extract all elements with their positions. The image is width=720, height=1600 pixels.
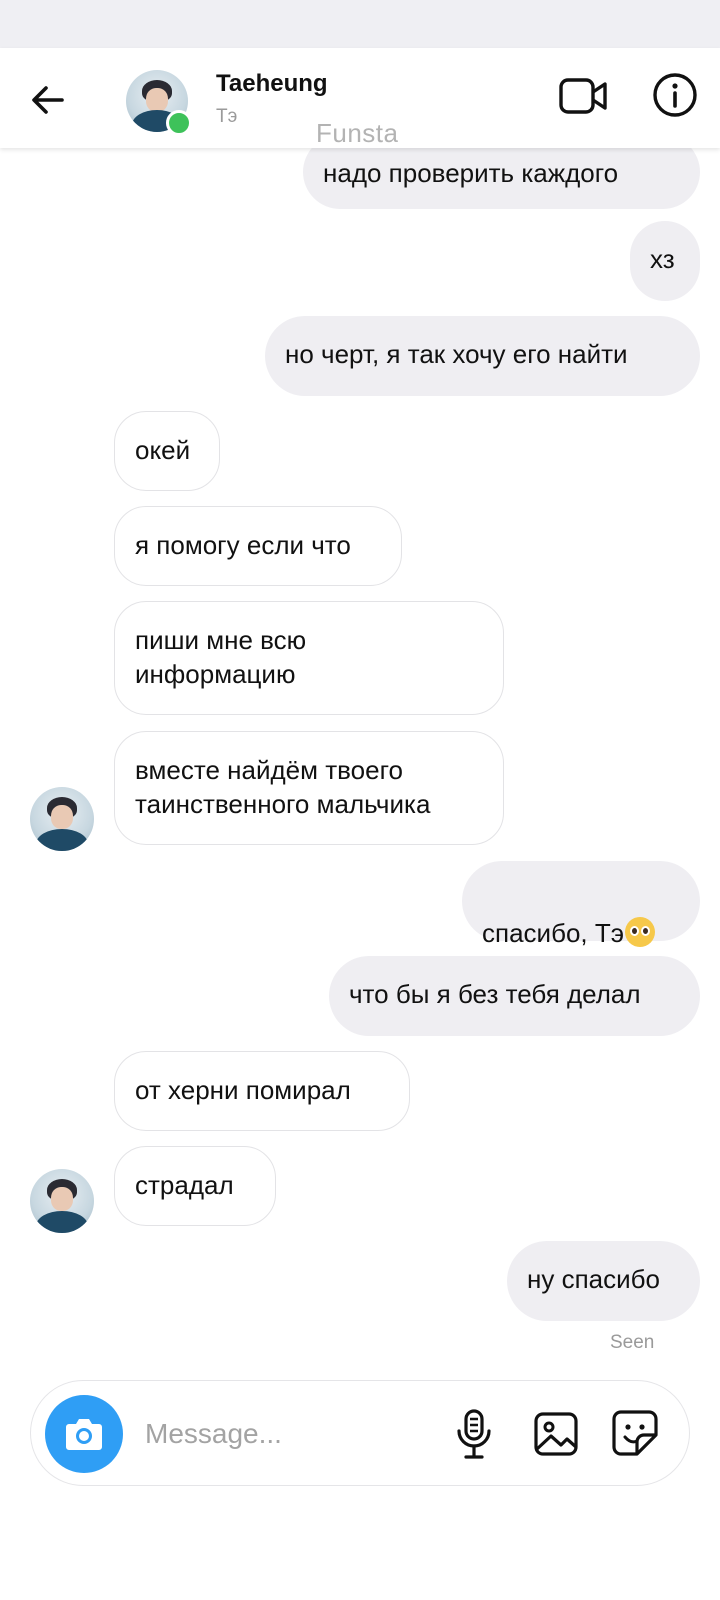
message-incoming[interactable]: я помогу если что (114, 506, 402, 586)
message-incoming[interactable]: пиши мне всю информацию (114, 601, 504, 715)
voice-message-button[interactable] (449, 1407, 499, 1461)
message-outgoing[interactable]: но черт, я так хочу его найти (265, 316, 700, 396)
image-icon (534, 1412, 578, 1456)
seen-label: Seen (610, 1332, 655, 1353)
sticker-button[interactable] (609, 1407, 661, 1459)
message-incoming[interactable]: окей (114, 411, 220, 491)
message-text: спасибо, Тэ (482, 918, 625, 948)
sticker-icon (612, 1410, 658, 1456)
contact-subtitle: Тэ (216, 106, 238, 127)
message-outgoing[interactable]: спасибо, Тэ (462, 861, 700, 948)
microphone-icon (457, 1409, 491, 1459)
message-outgoing[interactable]: что бы я без тебя делал (329, 956, 700, 1036)
info-button[interactable] (650, 70, 700, 120)
message-incoming[interactable]: вместе найдём твоего таинственного мальч… (114, 731, 504, 845)
message-input[interactable] (143, 1409, 437, 1459)
message-incoming[interactable]: страдал (114, 1146, 276, 1226)
gallery-button[interactable] (531, 1409, 581, 1459)
contact-avatar[interactable] (126, 70, 192, 136)
avatar[interactable] (30, 787, 94, 851)
avatar[interactable] (30, 1169, 94, 1233)
message-outgoing[interactable]: ну спасибо (507, 1241, 700, 1321)
message-thread[interactable]: надо проверить каждого хз но черт, я так… (0, 148, 720, 1370)
online-indicator (166, 110, 192, 136)
message-outgoing[interactable]: надо проверить каждого (303, 148, 700, 209)
camera-icon (66, 1419, 102, 1450)
message-incoming[interactable]: от херни помирал (114, 1051, 410, 1131)
status-bar (0, 0, 720, 48)
message-outgoing[interactable]: хз (630, 221, 700, 301)
pleading-face-emoji (625, 917, 656, 947)
info-icon (653, 73, 697, 117)
watermark: Funsta (316, 118, 399, 148)
message-composer (30, 1380, 690, 1486)
arrow-left-icon (32, 86, 64, 114)
video-call-button[interactable] (558, 74, 610, 118)
contact-name[interactable]: Taeheung (216, 70, 328, 98)
back-button[interactable] (26, 78, 70, 122)
video-camera-icon (559, 78, 607, 114)
camera-button[interactable] (45, 1395, 123, 1473)
